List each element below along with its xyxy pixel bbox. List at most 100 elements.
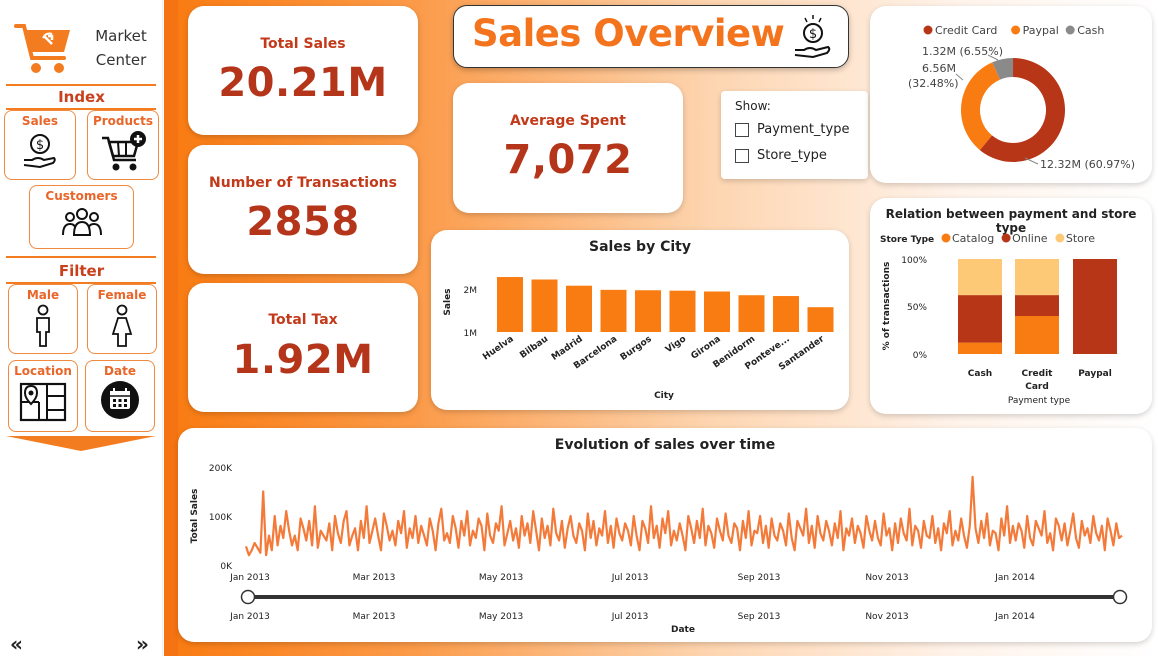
legend-marker xyxy=(1055,233,1065,243)
sales-by-city-card[interactable]: Sales by City 2M 1M Sales Huelva Bilbau Madri… xyxy=(431,230,849,410)
nav-next-button[interactable]: » xyxy=(136,632,149,656)
legend-marker xyxy=(1001,233,1011,243)
total-sales-card[interactable]: Total Sales 20.21M xyxy=(188,6,418,135)
city-bar xyxy=(807,307,834,332)
payment-donut-card[interactable]: Credit Card Paypal Cash 1.32M (6.55%) 6.56M(… xyxy=(870,6,1152,183)
data-label: 12.32M (60.97%) xyxy=(1040,158,1135,171)
x-tick-label: Bilbau xyxy=(518,334,550,361)
legend-label: Store xyxy=(1066,232,1095,245)
slider-tick-label: Jan 2014 xyxy=(994,612,1035,622)
transactions-card[interactable]: Number of Transactions 2858 xyxy=(188,145,418,274)
city-bar xyxy=(669,290,696,332)
slider-tick-label: May 2013 xyxy=(479,612,523,622)
x-tick-label: Jul 2013 xyxy=(611,573,649,583)
stacked-bar-segment xyxy=(1015,259,1059,296)
x-tick-label: Credit xyxy=(1022,369,1054,379)
male-filter-button[interactable]: Male xyxy=(8,284,78,354)
filter-title: Filter xyxy=(58,262,105,280)
x-tick-label: Vigo xyxy=(664,334,688,355)
payment-store-chart[interactable]: Store Type Catalog Online Store 100% 50% 0% % o… xyxy=(870,198,1152,414)
data-label: 6.56M xyxy=(922,62,956,75)
svg-text:$: $ xyxy=(809,27,817,42)
total-tax-card[interactable]: Total Tax 1.92M xyxy=(188,283,418,412)
x-tick-label: Sep 2013 xyxy=(738,573,781,583)
stacked-bar-segment xyxy=(1015,295,1059,316)
shopping-cart-logo-icon xyxy=(14,24,70,73)
store-type-option[interactable]: Store_type xyxy=(735,148,827,163)
products-nav-label: Products xyxy=(92,114,154,128)
stacked-bar-segment xyxy=(958,295,1002,343)
store-type-checkbox[interactable] xyxy=(735,148,749,163)
total-tax-value: 1.92M xyxy=(232,337,374,383)
y-tick-label: 0% xyxy=(913,351,928,361)
y-tick-label: 1M xyxy=(464,329,478,339)
payment-donut-chart[interactable]: Credit Card Paypal Cash1.32M (6.55%)6.56M(… xyxy=(870,6,1152,183)
x-tick-label: Card xyxy=(1025,382,1049,392)
city-bar xyxy=(566,285,592,332)
sales-line xyxy=(244,475,1123,557)
city-bar xyxy=(497,277,523,332)
legend-title: Store Type xyxy=(880,235,934,245)
city-bar xyxy=(738,295,765,332)
title-banner: Sales Overview $ xyxy=(453,5,849,68)
payment-type-checkbox[interactable] xyxy=(735,122,749,137)
index-title: Index xyxy=(58,88,105,106)
stacked-bar-segment xyxy=(958,259,1002,296)
x-axis-title: City xyxy=(654,391,674,401)
slider-tick-label: Sep 2013 xyxy=(738,612,781,622)
legend-label: Online xyxy=(1012,232,1048,245)
total-sales-label: Total Sales xyxy=(260,36,346,52)
customers-nav-label: Customers xyxy=(45,189,118,203)
sales-nav-button[interactable]: Sales $ xyxy=(4,110,76,180)
transactions-label: Number of Transactions xyxy=(209,175,397,191)
payment-type-option-label: Payment_type xyxy=(757,122,850,137)
x-tick-label: May 2013 xyxy=(479,573,523,583)
donut-slice xyxy=(961,62,1000,151)
divider xyxy=(6,256,156,258)
date-range-end-handle[interactable] xyxy=(1112,589,1128,605)
legend-label: Cash xyxy=(1077,24,1104,37)
y-tick-label: 50% xyxy=(907,303,927,313)
sales-evolution-chart[interactable]: 200K 100K 0K Total Sales Jan 2013 Mar 2013 May… xyxy=(178,428,1152,642)
x-tick-label: Cash xyxy=(968,369,992,379)
x-tick-label: Jan 2014 xyxy=(994,573,1035,583)
date-filter-button[interactable]: Date xyxy=(85,360,155,432)
date-range-start-handle[interactable] xyxy=(240,589,256,605)
sales-evolution-card[interactable]: Evolution of sales over time 200K 100K 0K T… xyxy=(178,428,1152,642)
transactions-value: 2858 xyxy=(246,199,360,245)
nav-prev-button[interactable]: « xyxy=(10,632,23,656)
average-spent-card[interactable]: Average Spent 7,072 xyxy=(453,83,683,213)
legend-marker xyxy=(1011,25,1021,35)
stacked-bar-segment xyxy=(1073,259,1117,354)
y-tick-label: 2M xyxy=(464,286,478,296)
logo-line-1: Market xyxy=(95,27,147,45)
payment-store-card[interactable]: Relation between payment and store type … xyxy=(870,198,1152,414)
x-tick-label: Nov 2013 xyxy=(865,573,908,583)
sidebar: Market Center Index Sales $ Products Cus… xyxy=(0,0,163,656)
sales-by-city-chart[interactable]: 2M1MSalesHuelva Bilbau MadridBarcelona Burg… xyxy=(431,230,849,410)
average-spent-value: 7,072 xyxy=(503,137,633,183)
y-tick-label: 0K xyxy=(220,562,233,572)
x-tick-label: Burgos xyxy=(619,334,654,363)
sidebar-collapse-arrow[interactable] xyxy=(6,436,156,451)
x-axis-title: Payment type xyxy=(1008,396,1071,406)
dashboard-canvas: Total Sales 20.21M Number of Transaction… xyxy=(164,0,1158,656)
y-axis-title: % of transactions xyxy=(882,262,892,351)
male-filter-label: Male xyxy=(26,288,60,302)
city-bar xyxy=(600,289,627,332)
city-bar xyxy=(531,279,558,332)
legend-marker xyxy=(941,233,951,243)
customers-nav-button[interactable]: Customers xyxy=(29,185,134,249)
city-bar xyxy=(704,291,730,332)
payment-type-option[interactable]: Payment_type xyxy=(735,122,849,137)
date-filter-label: Date xyxy=(104,364,136,378)
divider xyxy=(6,84,156,86)
female-filter-button[interactable]: Female xyxy=(87,284,157,354)
location-filter-button[interactable]: Location xyxy=(8,360,78,432)
legend-marker xyxy=(923,25,933,35)
svg-text:$: $ xyxy=(36,138,44,153)
products-nav-button[interactable]: Products xyxy=(87,110,159,180)
x-tick-label: Mar 2013 xyxy=(353,573,396,583)
average-spent-label: Average Spent xyxy=(510,113,626,129)
stacked-bar-segment xyxy=(1015,316,1059,354)
